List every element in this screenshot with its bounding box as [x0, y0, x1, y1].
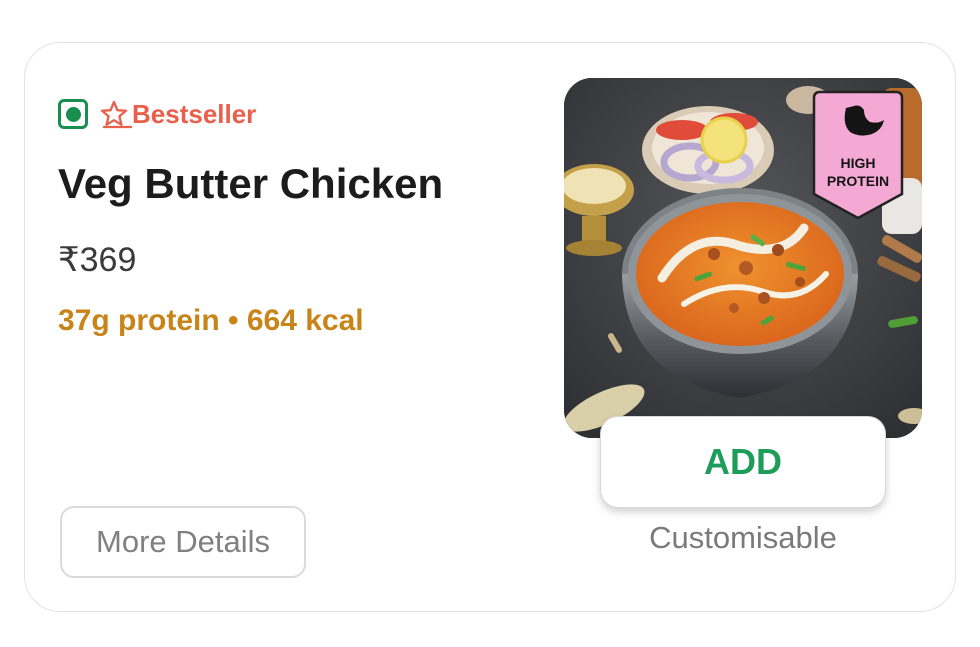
nutrition-info: 37g protein • 664 kcal: [58, 304, 364, 337]
bestseller-label: Bestseller: [132, 98, 257, 129]
food-photo: HIGH PROTEIN: [564, 78, 922, 438]
badge-row: Bestseller: [58, 96, 256, 132]
customisable-label: Customisable: [649, 520, 837, 555]
food-image[interactable]: HIGH PROTEIN: [564, 78, 922, 438]
svg-text:PROTEIN: PROTEIN: [827, 173, 889, 189]
add-button[interactable]: ADD: [600, 416, 886, 508]
item-title: Veg Butter Chicken: [58, 160, 444, 207]
bestseller-badge: Bestseller: [100, 99, 256, 130]
high-protein-tag: HIGH PROTEIN: [812, 90, 904, 220]
star-icon: [100, 100, 132, 129]
more-details-button[interactable]: More Details: [60, 506, 306, 578]
item-price: ₹369: [58, 241, 137, 279]
veg-indicator-icon: [58, 99, 88, 129]
svg-text:HIGH: HIGH: [841, 155, 876, 171]
